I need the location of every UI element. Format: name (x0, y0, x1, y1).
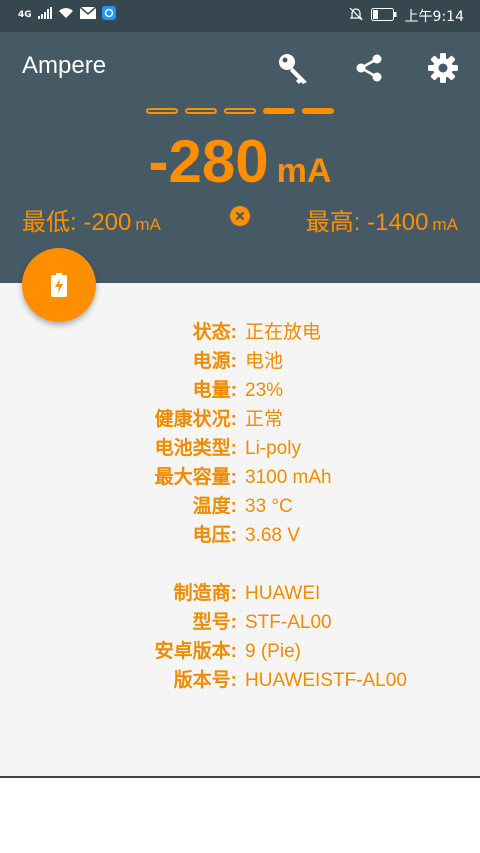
signal-icon (37, 7, 52, 23)
info-label: 温度: (192, 496, 237, 517)
app-title: Ampere (22, 52, 107, 79)
info-row: 型号: STF-AL00 (0, 608, 480, 637)
info-value: 正在放电 (245, 322, 322, 343)
info-row: 健康状况: 正常 (0, 405, 480, 434)
info-row: 安卓版本: 9 (Pie) (0, 637, 480, 666)
info-row: 状态: 正在放电 (0, 318, 480, 347)
info-value: STF-AL00 (245, 612, 332, 633)
max-label: 最高: (305, 209, 361, 236)
battery-icon (370, 7, 397, 25)
battery-charging-button[interactable] (22, 248, 96, 322)
battery-charging-icon (51, 273, 67, 297)
reset-minmax-button[interactable] (230, 206, 250, 226)
gear-icon[interactable] (423, 48, 463, 88)
min-label: 最低: (22, 209, 77, 236)
close-icon (235, 211, 245, 221)
key-icon[interactable] (273, 48, 313, 88)
current-reading: -280 mA (0, 127, 480, 196)
max-value: -1400 (367, 209, 429, 236)
max-reading: 最高: -1400 mA (306, 202, 458, 237)
info-label: 制造商: (173, 583, 237, 604)
min-unit: mA (135, 215, 161, 234)
info-label: 电源: (192, 351, 237, 372)
info-value: HUAWEI (245, 583, 321, 604)
info-label: 电量: (192, 380, 237, 401)
info-value: HUAWEISTF-AL00 (245, 670, 407, 691)
wifi-icon (58, 7, 74, 23)
app-notification-icon (101, 6, 116, 24)
level-segment (302, 108, 334, 114)
mail-icon (79, 6, 97, 23)
level-segment (224, 108, 256, 114)
share-icon[interactable] (349, 48, 389, 88)
battery-info: 状态: 正在放电 电源: 电池 电量: 23% 健康状况: 正常 电池类型: Li-poly 最大容… (0, 318, 480, 695)
info-label: 型号: (192, 612, 237, 633)
status-bar-left: 4G (18, 6, 116, 24)
bottom-area (0, 778, 480, 853)
info-label: 电池类型: (154, 438, 237, 459)
info-label: 状态: (192, 322, 237, 343)
status-bar-right: 上午9:14 (349, 6, 464, 26)
current-value: -280 (148, 128, 269, 195)
info-value: 3.68 V (245, 525, 300, 546)
max-unit: mA (432, 215, 459, 234)
info-value: 3100 mAh (245, 467, 332, 488)
clock: 上午9:14 (404, 9, 464, 25)
info-label: 最大容量: (154, 467, 237, 488)
info-row: 电量: 23% (0, 376, 480, 405)
status-bar: 4G 上午9:14 (0, 0, 480, 32)
level-indicator (146, 108, 334, 114)
current-unit: mA (276, 152, 332, 190)
info-label: 安卓版本: (154, 641, 237, 662)
network-type: 4G (18, 10, 32, 20)
info-label: 健康状况: (154, 409, 237, 430)
info-value: Li-poly (245, 438, 301, 459)
info-value: 23% (245, 380, 284, 401)
info-row: 最大容量: 3100 mAh (0, 463, 480, 492)
info-row: 电池类型: Li-poly (0, 434, 480, 463)
info-row: 版本号: HUAWEISTF-AL00 (0, 666, 480, 695)
info-row: 温度: 33 °C (0, 492, 480, 521)
info-value: 电池 (245, 351, 284, 372)
header: Ampere -280 mA 最低: -200 mA 最高: -1400 mA (0, 32, 480, 283)
level-segment (185, 108, 217, 114)
info-label: 版本号: (173, 670, 237, 691)
min-value: -200 (83, 209, 132, 236)
info-row: 制造商: HUAWEI (0, 579, 480, 608)
info-value: 9 (Pie) (245, 641, 301, 662)
info-label: 电压: (192, 525, 237, 546)
level-segment (263, 108, 295, 114)
level-segment (146, 108, 178, 114)
notifications-off-icon (349, 7, 363, 25)
info-value: 正常 (245, 409, 284, 430)
min-reading: 最低: -200 mA (22, 202, 161, 237)
info-row: 电源: 电池 (0, 347, 480, 376)
info-row: 电压: 3.68 V (0, 521, 480, 550)
info-value: 33 °C (245, 496, 293, 517)
